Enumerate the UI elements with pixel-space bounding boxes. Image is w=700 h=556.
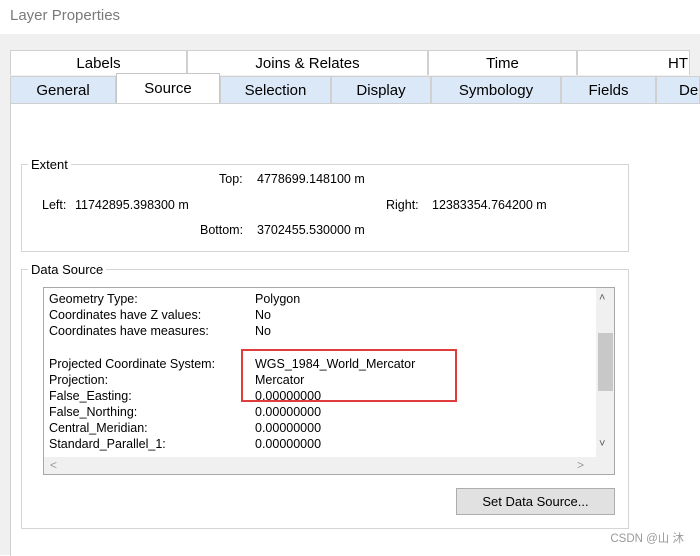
tab-general[interactable]: General: [10, 76, 116, 103]
horizontal-scrollbar[interactable]: < >: [44, 457, 614, 474]
extent-right-label: Right:: [386, 198, 419, 212]
vertical-scrollbar[interactable]: ˄ ˅: [596, 288, 614, 458]
tab-html-popup[interactable]: HTM: [577, 50, 690, 75]
extent-bottom-label: Bottom:: [200, 223, 244, 237]
scrollbar-thumb[interactable]: [598, 333, 613, 391]
property-name: Coordinates have Z values:: [49, 308, 202, 322]
property-name: Standard_Parallel_1:: [49, 437, 166, 451]
window-title: Layer Properties: [10, 7, 121, 24]
property-name: False_Easting:: [49, 389, 132, 403]
tab-row-lower: General Source Selection Display Symbolo…: [10, 73, 700, 103]
property-value: 0.00000000: [255, 437, 322, 451]
scroll-down-icon[interactable]: ˅: [599, 438, 605, 450]
extent-right-value: 12383354.764200 m: [432, 198, 547, 212]
tab-symbology[interactable]: Symbology: [431, 76, 561, 103]
data-source-legend: Data Source: [28, 262, 107, 277]
extent-left-label: Left:: [42, 198, 67, 212]
scroll-left-icon[interactable]: <: [50, 458, 57, 472]
property-value: Polygon: [255, 292, 301, 306]
property-name: False_Northing:: [49, 405, 138, 419]
property-value: 0.00000000: [255, 405, 322, 419]
property-name: Coordinates have measures:: [49, 324, 209, 338]
tab-definition-query[interactable]: De: [656, 76, 700, 103]
tab-selection[interactable]: Selection: [220, 76, 331, 103]
tab-labels[interactable]: Labels: [10, 50, 187, 75]
annotation-highlight-box: [241, 349, 457, 402]
property-value: 0.00000000: [255, 421, 322, 435]
extent-bottom-value: 3702455.530000 m: [257, 223, 365, 237]
property-name: Projected Coordinate System:: [49, 357, 216, 371]
extent-left-value: 11742895.398300 m: [75, 198, 189, 212]
tab-time[interactable]: Time: [428, 50, 577, 75]
scroll-up-icon[interactable]: ˄: [599, 292, 605, 304]
title-bar: Layer Properties: [0, 0, 700, 34]
set-data-source-button[interactable]: Set Data Source...: [456, 488, 615, 515]
tab-row-upper: Labels Joins & Relates Time HTM: [10, 50, 690, 76]
property-value: No: [255, 324, 271, 338]
tab-display[interactable]: Display: [331, 76, 431, 103]
tab-fields[interactable]: Fields: [561, 76, 656, 103]
extent-legend: Extent: [28, 157, 71, 172]
extent-top-value: 4778699.148100 m: [257, 172, 365, 186]
property-name: Projection:: [49, 373, 109, 387]
property-value: No: [255, 308, 271, 322]
extent-top-label: Top:: [219, 172, 243, 186]
property-name: Geometry Type:: [49, 292, 138, 306]
property-name: Central_Meridian:: [49, 421, 148, 435]
watermark: CSDN @山 沐: [610, 533, 684, 545]
scroll-right-icon[interactable]: >: [577, 458, 584, 472]
tab-source[interactable]: Source: [116, 73, 220, 103]
tab-joins-relates[interactable]: Joins & Relates: [187, 50, 428, 75]
